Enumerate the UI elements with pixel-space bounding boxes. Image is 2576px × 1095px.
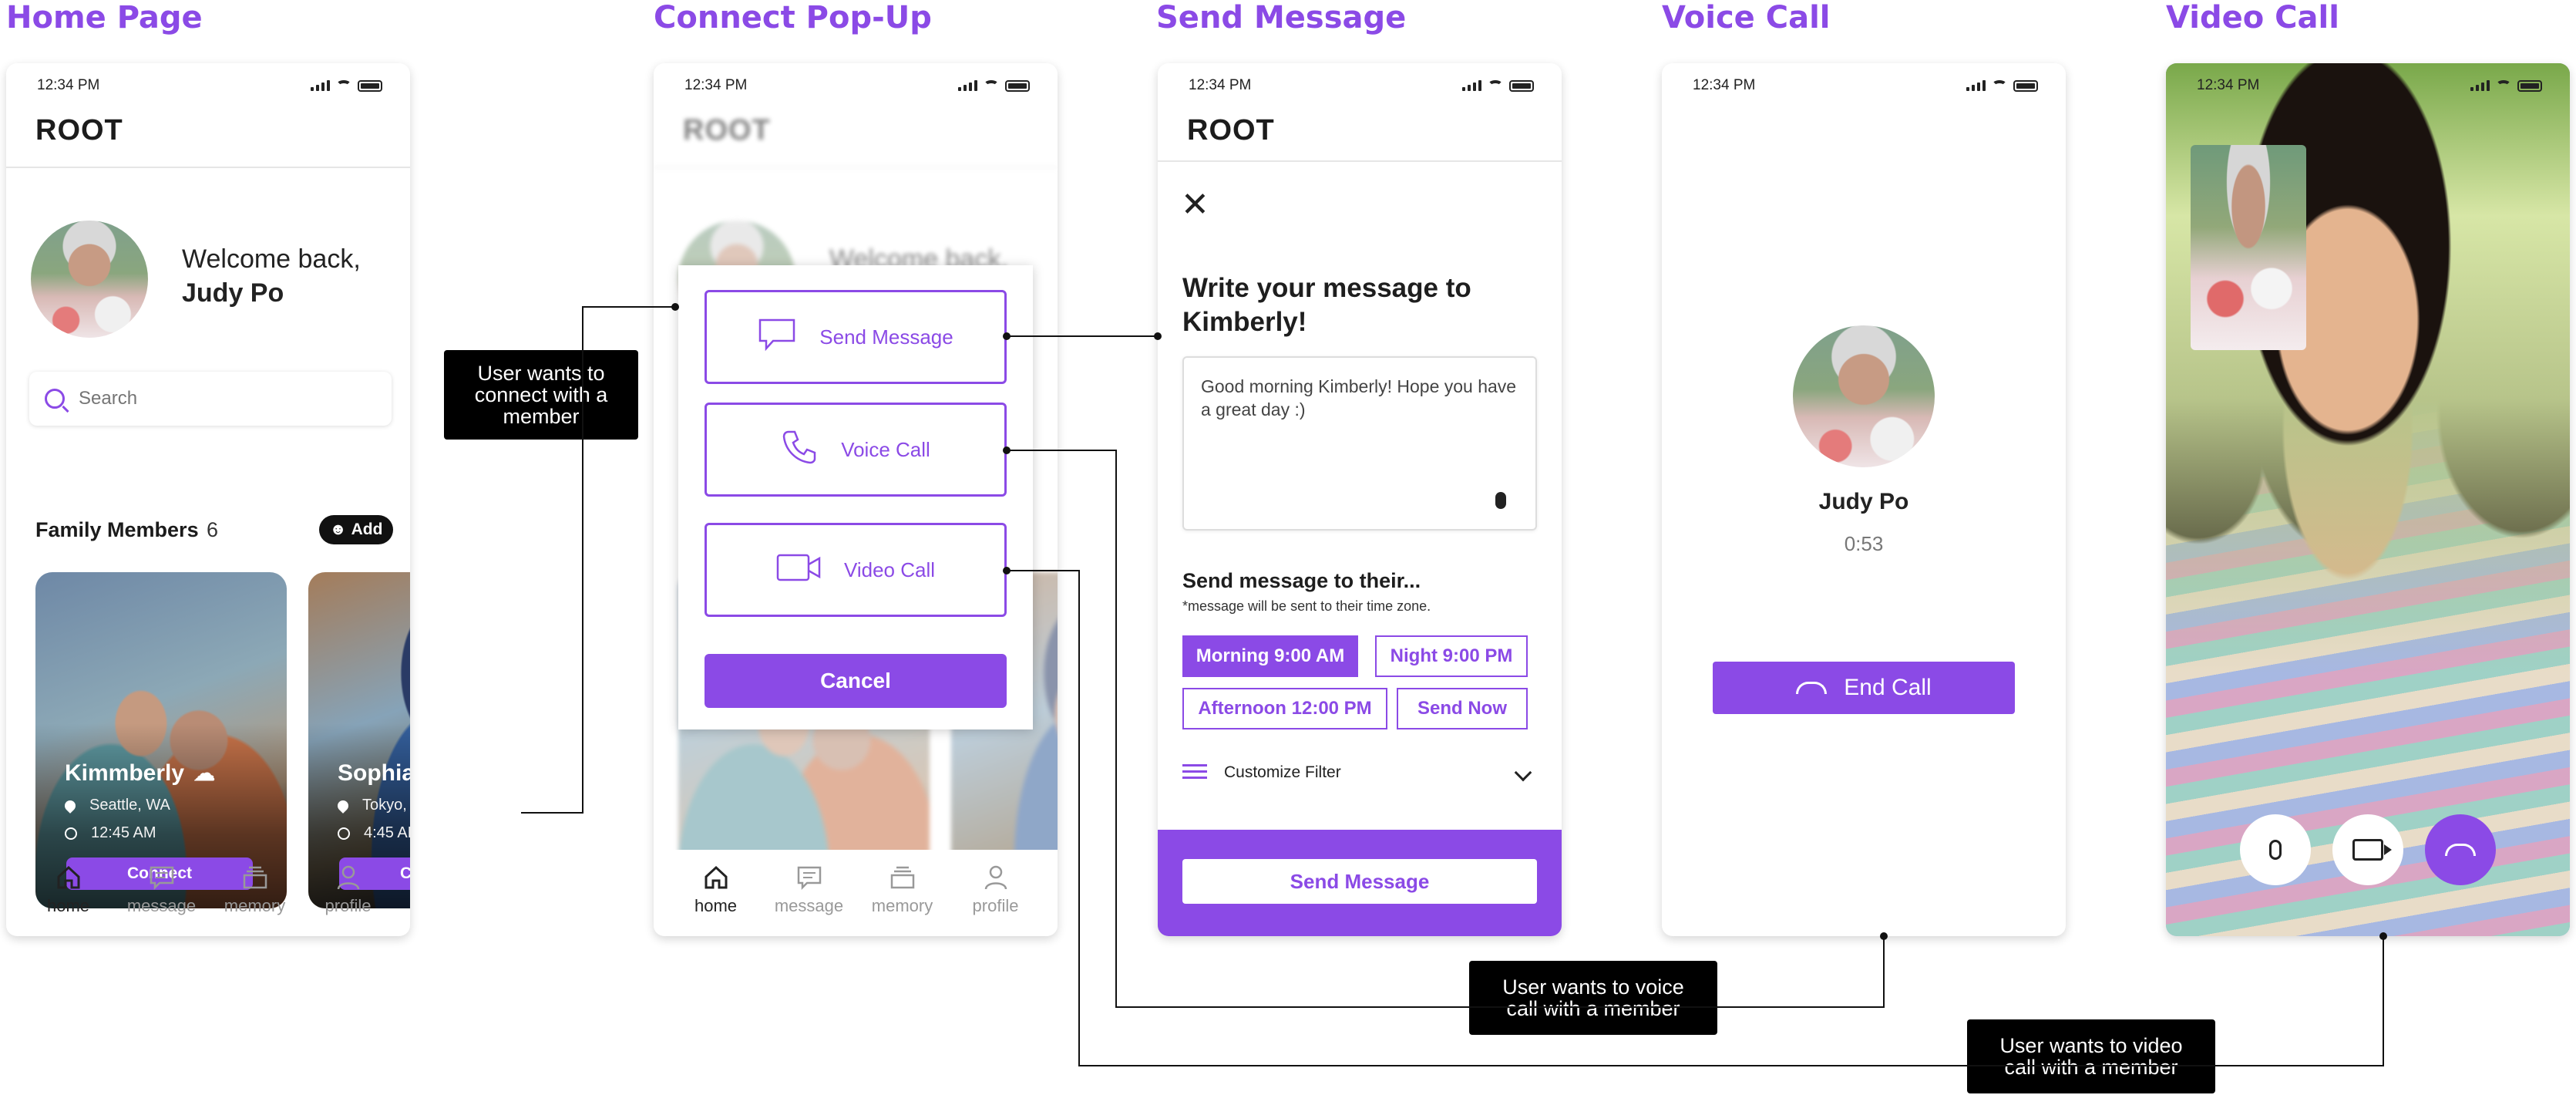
flow-connectors xyxy=(521,303,2387,1066)
connector-dot xyxy=(2379,932,2387,940)
connector-dot xyxy=(1003,446,1011,454)
connector-dot xyxy=(671,303,679,311)
connector-connect xyxy=(521,306,675,814)
connector-dot xyxy=(1880,932,1888,940)
connector-video xyxy=(1007,570,2384,1066)
connector-voice xyxy=(1007,450,1885,1008)
connector-dot xyxy=(1154,332,1162,340)
connector-dot xyxy=(1003,332,1011,340)
connector-dot xyxy=(1003,567,1011,574)
